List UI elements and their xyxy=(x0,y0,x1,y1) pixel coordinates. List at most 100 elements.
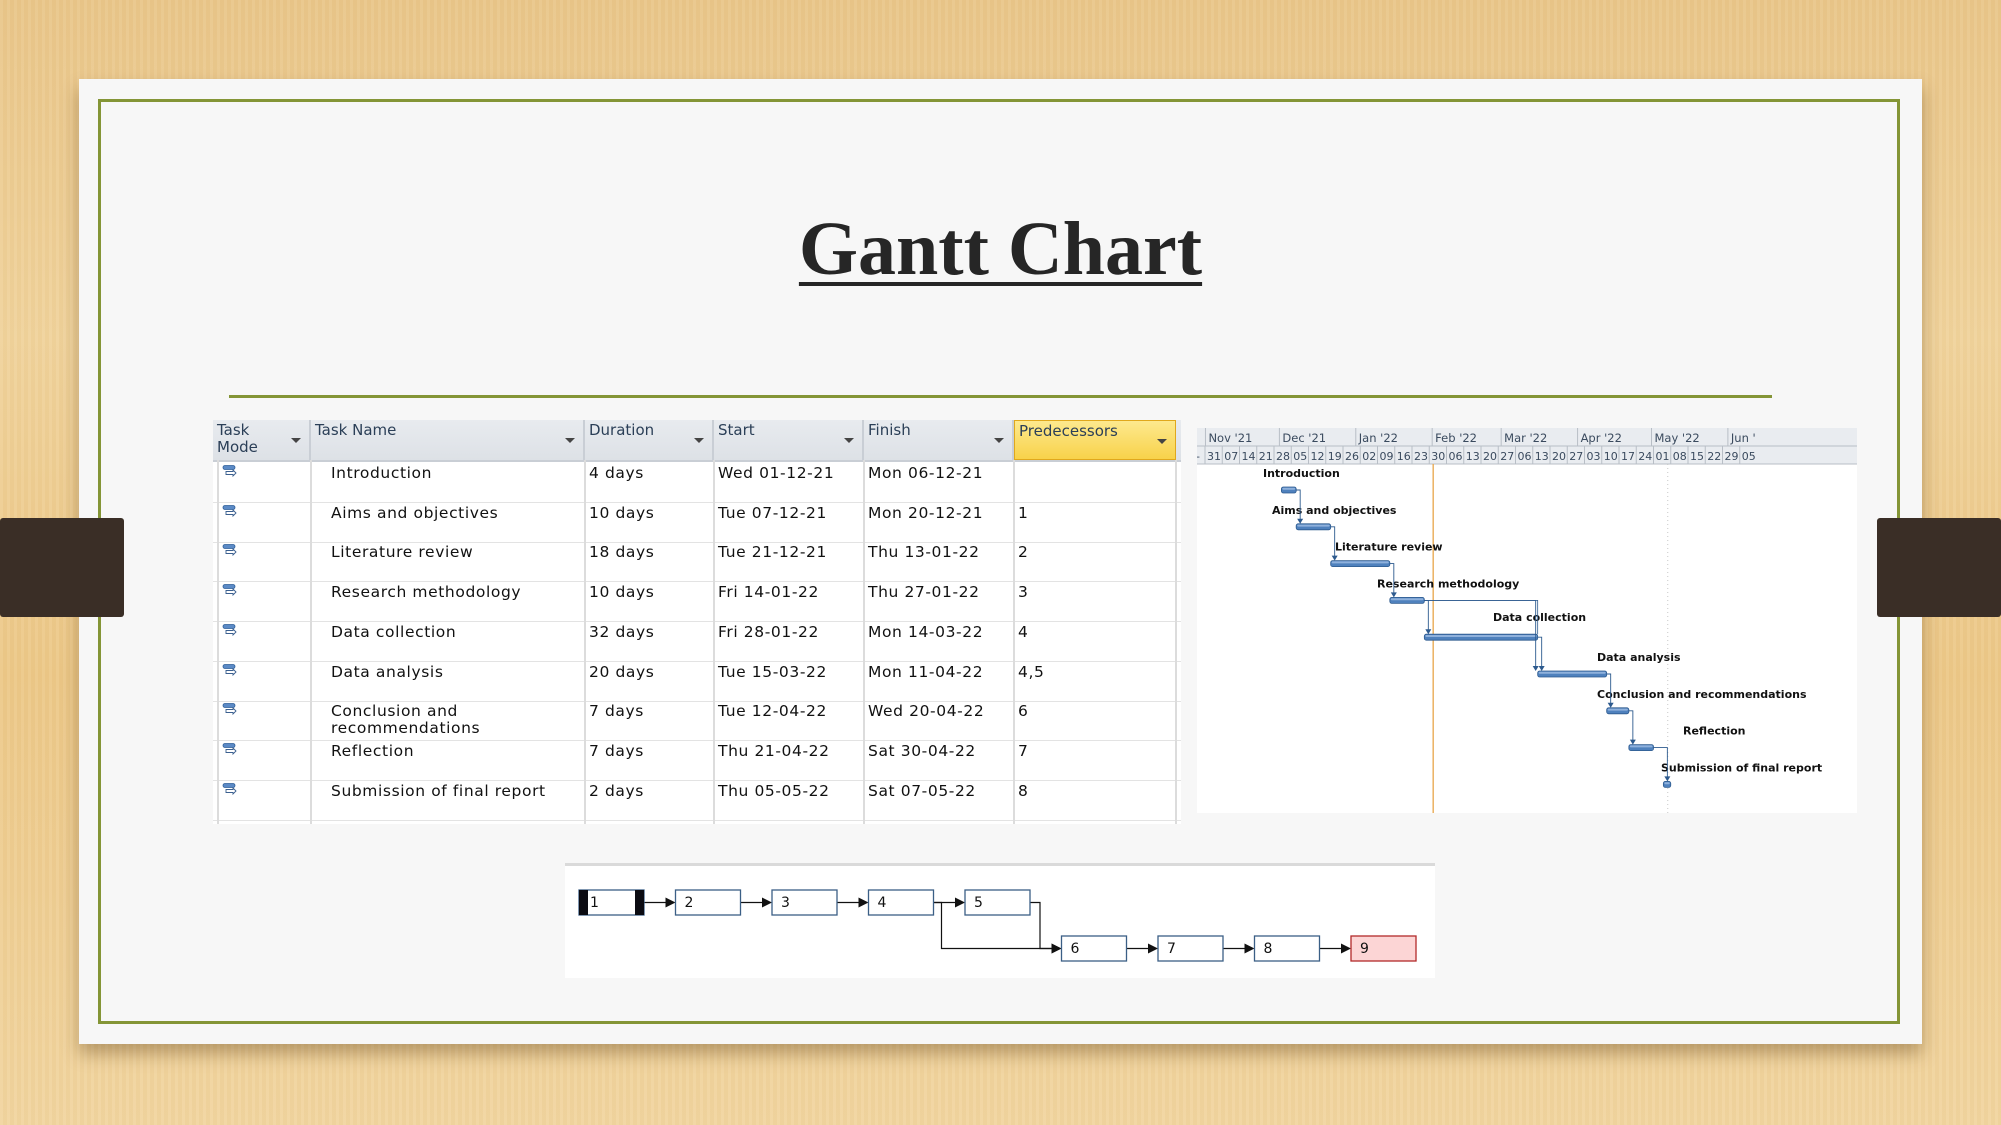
task-name-cell[interactable]: Aims and objectives xyxy=(311,502,585,542)
predecessors-cell[interactable]: 3 xyxy=(1014,581,1176,621)
task-mode-cell[interactable] xyxy=(213,661,311,701)
task-mode-cell[interactable] xyxy=(213,462,311,502)
column-header-finish[interactable]: Finish xyxy=(864,420,1014,460)
week-label: 26 xyxy=(1345,450,1359,463)
dropdown-arrow-icon[interactable] xyxy=(994,438,1004,443)
task-mode-cell[interactable] xyxy=(213,502,311,542)
column-header-task-mode[interactable]: Task Mode xyxy=(213,420,311,460)
task-mode-cell[interactable] xyxy=(213,621,311,661)
start-cell[interactable]: Tue 07-12-21 xyxy=(714,502,864,542)
network-node[interactable]: 8 xyxy=(1253,935,1321,962)
start-cell[interactable]: Fri 14-01-22 xyxy=(714,581,864,621)
predecessors-cell[interactable] xyxy=(1014,462,1176,502)
column-header-predecessors[interactable]: Predecessors xyxy=(1014,420,1176,460)
week-label: 13 xyxy=(1466,450,1480,463)
table-row[interactable]: Data collection 32 days Fri 28-01-22 Mon 14… xyxy=(213,621,1181,662)
table-row[interactable]: Submission of final report 2 days Thu 05-0… xyxy=(213,780,1181,821)
table-row[interactable]: Data analysis 20 days Tue 15-03-22 Mon 11-0… xyxy=(213,661,1181,702)
duration-cell[interactable]: 7 days xyxy=(585,740,714,780)
auto-scheduled-icon xyxy=(222,742,237,755)
finish-cell[interactable]: Wed 20-04-22 xyxy=(864,700,1014,740)
dropdown-arrow-icon[interactable] xyxy=(565,438,575,443)
dropdown-arrow-icon[interactable] xyxy=(291,438,301,443)
duration-cell[interactable]: 2 days xyxy=(585,780,714,820)
finish-cell[interactable]: Thu 27-01-22 xyxy=(864,581,1014,621)
network-node[interactable]: 2 xyxy=(674,889,742,916)
start-cell[interactable]: Tue 15-03-22 xyxy=(714,661,864,701)
finish-cell[interactable]: Mon 06-12-21 xyxy=(864,462,1014,502)
predecessors-cell[interactable]: 1 xyxy=(1014,502,1176,542)
arrowhead-icon xyxy=(1629,739,1636,745)
column-header-start[interactable]: Start xyxy=(714,420,864,460)
table-row[interactable]: Aims and objectives 10 days Tue 07-12-21 Mo… xyxy=(213,502,1181,543)
task-name-cell[interactable]: Introduction xyxy=(311,462,585,502)
network-node[interactable]: 6 xyxy=(1060,935,1128,962)
task-name-cell[interactable]: Submission of final report xyxy=(311,780,585,820)
start-cell[interactable]: Wed 01-12-21 xyxy=(714,462,864,502)
network-node[interactable]: 7 xyxy=(1157,935,1224,962)
dropdown-arrow-icon[interactable] xyxy=(1157,439,1167,444)
dropdown-arrow-icon[interactable] xyxy=(694,438,704,443)
network-node[interactable]: 4 xyxy=(867,889,935,916)
network-node-label: 6 xyxy=(1071,941,1080,957)
duration-cell[interactable]: 32 days xyxy=(585,621,714,661)
auto-scheduled-icon xyxy=(222,703,237,716)
task-mode-cell[interactable] xyxy=(213,780,311,820)
dropdown-arrow-icon[interactable] xyxy=(844,438,854,443)
gantt-bar-label: Data analysis xyxy=(1597,651,1681,664)
predecessors-cell[interactable]: 4 xyxy=(1014,621,1176,661)
start-cell[interactable]: Tue 12-04-22 xyxy=(714,700,864,740)
finish-cell[interactable]: Sat 30-04-22 xyxy=(864,740,1014,780)
task-mode-cell[interactable] xyxy=(213,700,311,740)
task-mode-cell[interactable] xyxy=(213,581,311,621)
finish-cell[interactable]: Mon 14-03-22 xyxy=(864,621,1014,661)
table-row[interactable]: Research methodology 10 days Fri 14-01-22 T… xyxy=(213,581,1181,623)
finish-cell[interactable]: Mon 20-12-21 xyxy=(864,502,1014,542)
task-name-cell[interactable]: Research methodology xyxy=(311,581,585,621)
column-header-duration[interactable]: Duration xyxy=(585,420,714,460)
duration-cell[interactable]: 10 days xyxy=(585,502,714,542)
duration-cell[interactable]: 7 days xyxy=(585,700,714,740)
start-cell[interactable]: Thu 05-05-22 xyxy=(714,780,864,820)
table-row[interactable]: Literature review 18 days Tue 21-12-21 Thu … xyxy=(213,541,1181,583)
start-cell[interactable]: Thu 21-04-22 xyxy=(714,740,864,780)
duration-cell[interactable]: 4 days xyxy=(585,462,714,502)
table-row[interactable]: Reflection 7 days Thu 21-04-22 Sat 30-04-22… xyxy=(213,740,1181,781)
predecessors-cell[interactable]: 7 xyxy=(1014,740,1176,780)
month-label: Jun ' xyxy=(1730,431,1756,445)
week-label: 06 xyxy=(1449,450,1463,463)
gantt-svg: Nov '21 Dec '21 Jan '22 Feb '22 Mar '22 Apr '… xyxy=(1197,428,1857,813)
network-node[interactable]: 9 xyxy=(1350,935,1417,962)
week-label: 03 xyxy=(1587,450,1601,463)
start-marker xyxy=(635,890,644,915)
finish-cell[interactable]: Thu 13-01-22 xyxy=(864,541,1014,581)
task-mode-cell[interactable] xyxy=(213,740,311,780)
start-cell[interactable]: Fri 28-01-22 xyxy=(714,621,864,661)
table-row[interactable]: Conclusion and recommendations 7 days Tue 1… xyxy=(213,700,1181,742)
task-name-cell[interactable]: Data collection xyxy=(311,621,585,661)
arrowhead-icon xyxy=(1425,629,1432,635)
task-mode-cell[interactable] xyxy=(213,541,311,581)
network-node[interactable]: 3 xyxy=(771,889,838,916)
finish-cell[interactable]: Sat 07-05-22 xyxy=(864,780,1014,820)
task-name-cell[interactable]: Conclusion and recommendations xyxy=(311,700,585,740)
arrowhead-icon xyxy=(665,897,676,908)
task-name-cell[interactable]: Data analysis xyxy=(311,661,585,701)
network-node[interactable]: 5 xyxy=(964,889,1031,916)
table-row[interactable]: Introduction 4 days Wed 01-12-21 Mon 06-12-… xyxy=(213,462,1181,503)
network-node[interactable]: 1 xyxy=(578,889,645,916)
start-cell[interactable]: Tue 21-12-21 xyxy=(714,541,864,581)
predecessors-cell[interactable]: 8 xyxy=(1014,780,1176,820)
predecessors-cell[interactable]: 2 xyxy=(1014,541,1176,581)
finish-cell[interactable]: Mon 11-04-22 xyxy=(864,661,1014,701)
task-name-cell[interactable]: Literature review xyxy=(311,541,585,581)
predecessors-cell[interactable]: 6 xyxy=(1014,700,1176,740)
column-header-task-name[interactable]: Task Name xyxy=(311,420,585,460)
task-name-cell[interactable]: Reflection xyxy=(311,740,585,780)
predecessors-cell[interactable]: 4,5 xyxy=(1014,661,1176,701)
duration-cell[interactable]: 20 days xyxy=(585,661,714,701)
dependency-link xyxy=(1628,710,1634,741)
duration-cell[interactable]: 18 days xyxy=(585,541,714,581)
duration-cell[interactable]: 10 days xyxy=(585,581,714,621)
week-label: 10 xyxy=(1604,450,1618,463)
